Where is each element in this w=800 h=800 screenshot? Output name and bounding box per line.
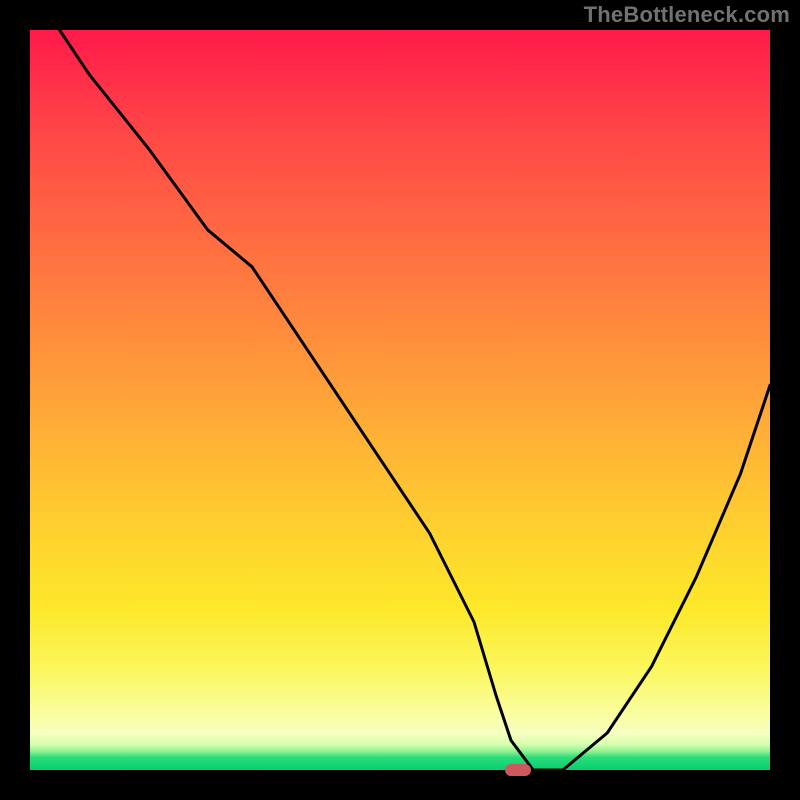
bottleneck-curve bbox=[30, 30, 770, 770]
plot-area bbox=[30, 30, 770, 770]
chart-frame: TheBottleneck.com bbox=[0, 0, 800, 800]
watermark-text: TheBottleneck.com bbox=[584, 2, 790, 28]
optimal-marker bbox=[505, 764, 531, 776]
curve-line bbox=[60, 30, 770, 770]
